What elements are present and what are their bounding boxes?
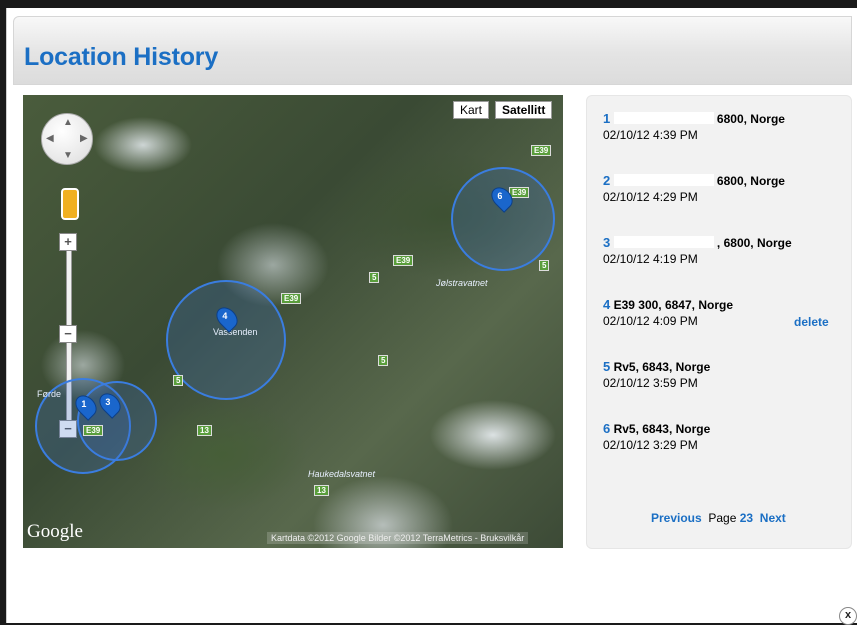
road-label: 5 xyxy=(173,375,184,386)
road-label: 5 xyxy=(369,272,380,283)
list-item[interactable]: 1 6800, Norge 02/10/12 4:39 PM xyxy=(603,111,785,142)
current-page-number[interactable]: 23 xyxy=(740,511,753,525)
road-label: 13 xyxy=(197,425,212,436)
place-label: Haukedalsvatnet xyxy=(308,469,376,479)
list-item[interactable]: 6 Rv5, 6843, Norge 02/10/12 3:29 PM xyxy=(603,421,710,452)
zoom-slider-handle[interactable]: − xyxy=(59,325,77,343)
redacted-text xyxy=(613,174,714,186)
entry-time: 02/10/12 4:39 PM xyxy=(603,128,698,142)
pan-down-icon[interactable]: ▼ xyxy=(63,150,73,161)
pan-up-icon[interactable]: ▲ xyxy=(63,117,73,128)
entry-time: 02/10/12 3:59 PM xyxy=(603,376,698,390)
close-icon[interactable]: x xyxy=(839,607,857,625)
location-history-list: 1 6800, Norge 02/10/12 4:39 PM 2 6800, N… xyxy=(586,95,852,549)
page-title: Location History xyxy=(24,43,219,71)
entry-time: 02/10/12 4:29 PM xyxy=(603,190,698,204)
map-copyright: Kartdata ©2012 Google Bilder ©2012 Terra… xyxy=(267,532,529,544)
pegman-icon[interactable] xyxy=(61,188,79,220)
road-label: E39 xyxy=(531,145,552,156)
road-label: 13 xyxy=(314,485,329,496)
road-label: 5 xyxy=(378,355,389,366)
entry-address: 6800, Norge xyxy=(716,112,785,126)
road-label: E39 xyxy=(393,255,414,266)
location-accuracy-circle xyxy=(166,280,286,400)
map-view[interactable]: Kart Satellitt ▲ ▼ ◀ ▶ + − − E39 E39 E39… xyxy=(23,95,563,548)
entry-time: 02/10/12 4:19 PM xyxy=(603,252,698,266)
pagination: Previous Page 23 Next xyxy=(651,511,786,525)
zoom-in-button[interactable]: + xyxy=(59,233,77,251)
entry-address: Rv5, 6843, Norge xyxy=(613,360,711,374)
location-accuracy-circle xyxy=(77,381,157,461)
entry-time: 02/10/12 3:29 PM xyxy=(603,438,698,452)
entry-number[interactable]: 4 xyxy=(603,297,610,312)
place-label: Vassenden xyxy=(213,327,258,337)
previous-page-link[interactable]: Previous xyxy=(651,511,702,525)
entry-number[interactable]: 2 xyxy=(603,173,610,188)
pan-left-icon[interactable]: ◀ xyxy=(46,133,54,144)
entry-address: Rv5, 6843, Norge xyxy=(613,422,711,436)
entry-number[interactable]: 6 xyxy=(603,421,610,436)
page-label: Page xyxy=(708,511,737,525)
map-type-satellite-button[interactable]: Satellitt xyxy=(495,101,553,119)
list-item[interactable]: 5 Rv5, 6843, Norge 02/10/12 3:59 PM xyxy=(603,359,710,390)
entry-address: , 6800, Norge xyxy=(716,236,792,250)
road-label: E39 xyxy=(281,293,302,304)
entry-address: 6800, Norge xyxy=(716,174,785,188)
place-label: Jølstravatnet xyxy=(436,278,488,288)
list-item[interactable]: 3 , 6800, Norge 02/10/12 4:19 PM xyxy=(603,235,792,266)
list-item[interactable]: 4 E39 300, 6847, Norge 02/10/12 4:09 PM xyxy=(603,297,733,328)
page-header: Location History xyxy=(13,16,852,85)
entry-number[interactable]: 1 xyxy=(603,111,610,126)
road-label: E39 xyxy=(83,425,104,436)
redacted-text xyxy=(613,236,714,248)
redacted-text xyxy=(613,112,714,124)
entry-number[interactable]: 3 xyxy=(603,235,610,250)
pan-right-icon[interactable]: ▶ xyxy=(80,133,88,144)
entry-time: 02/10/12 4:09 PM xyxy=(603,314,698,328)
google-logo: Google xyxy=(27,521,83,542)
delete-link[interactable]: delete xyxy=(794,315,829,329)
pan-control[interactable]: ▲ ▼ ◀ ▶ xyxy=(41,113,93,165)
map-type-kart-button[interactable]: Kart xyxy=(453,101,490,119)
list-item[interactable]: 2 6800, Norge 02/10/12 4:29 PM xyxy=(603,173,785,204)
road-label: 5 xyxy=(539,260,550,271)
place-label: Førde xyxy=(37,389,62,399)
entry-number[interactable]: 5 xyxy=(603,359,610,374)
location-accuracy-circle xyxy=(451,167,555,271)
next-page-link[interactable]: Next xyxy=(760,511,786,525)
entry-address: E39 300, 6847, Norge xyxy=(613,298,733,312)
